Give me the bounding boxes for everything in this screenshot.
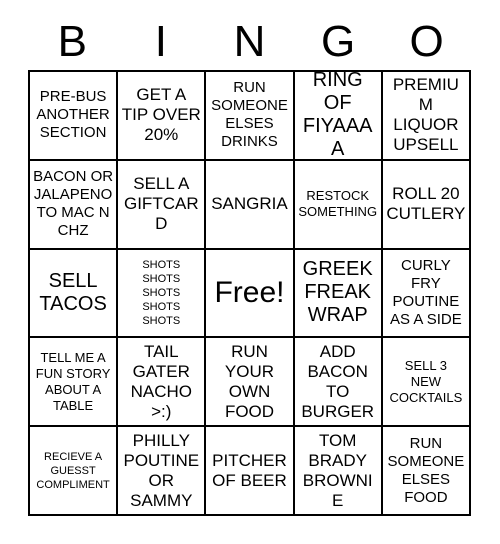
bingo-cell[interactable]: SHOTS SHOTS SHOTS SHOTS SHOTS [118, 249, 207, 339]
bingo-cell[interactable]: PHILLY POUTINE OR SAMMY [118, 427, 207, 516]
bingo-cell[interactable]: RESTOCK SOMETHING [294, 160, 383, 250]
bingo-cell[interactable]: SELL 3 NEW COCKTAILS [382, 338, 471, 428]
bingo-cell-label: PITCHER OF BEER [212, 450, 287, 490]
bingo-cell[interactable]: SELL A GIFTCARD [118, 160, 207, 250]
bingo-cell[interactable]: CURLY FRY POUTINE AS A SIDE [382, 249, 471, 339]
free-space-label: Free! [214, 276, 285, 310]
bingo-cell[interactable]: RUN SOMEONE ELSES DRINKS [206, 72, 295, 161]
bingo-cell-label: TELL ME A FUN STORY ABOUT A TABLE [35, 349, 111, 413]
bingo-cell-label: GET A TIP OVER 20% [121, 85, 201, 145]
bingo-cell-label: CURLY FRY POUTINE AS A SIDE [390, 256, 462, 328]
bingo-cell[interactable]: TAIL GATER NACHO >:) [118, 338, 207, 428]
bingo-cell-label: SELL 3 NEW COCKTAILS [389, 357, 463, 405]
bingo-cell-label: SELL TACOS [39, 269, 107, 315]
bingo-cell-label: PREMIUM LIQUOR UPSELL [392, 75, 459, 155]
bingo-header-row: B I N G O [28, 14, 471, 70]
bingo-cell[interactable]: TOM BRADY BROWNIE [294, 427, 383, 516]
bingo-cell[interactable]: RING OF FIYAAAA [294, 72, 383, 161]
bingo-cell[interactable]: SELL TACOS [30, 249, 119, 339]
bingo-cell-label: SELL A GIFTCARD [123, 174, 199, 234]
bingo-cell[interactable]: PRE-BUS ANOTHER SECTION [30, 72, 119, 161]
header-letter-o: O [409, 17, 444, 66]
header-letter-i: I [154, 17, 167, 66]
bingo-cell-label: TAIL GATER NACHO >:) [130, 341, 192, 421]
bingo-card: B I N G O PRE-BUS ANOTHER SECTION GET A … [0, 0, 500, 544]
bingo-cell-label: RUN SOMEONE ELSES FOOD [387, 434, 465, 506]
header-letter-b: B [57, 17, 87, 66]
bingo-cell-label: ROLL 20 CUTLERY [386, 184, 466, 224]
bingo-cell-label: SHOTS SHOTS SHOTS SHOTS SHOTS [142, 258, 181, 327]
bingo-cell[interactable]: GET A TIP OVER 20% [118, 72, 207, 161]
header-letter-g: G [320, 17, 356, 66]
bingo-cell-label: RESTOCK SOMETHING [298, 188, 378, 220]
bingo-cell-label: ADD BACON TO BURGER [301, 341, 375, 421]
bingo-cell[interactable]: PITCHER OF BEER [206, 427, 295, 516]
bingo-cell[interactable]: ADD BACON TO BURGER [294, 338, 383, 428]
bingo-cell-label: SANGRIA [211, 194, 288, 214]
bingo-cell-label: TOM BRADY BROWNIE [302, 430, 373, 510]
bingo-cell-label: BACON OR JALAPENO TO MAC N CHZ [33, 168, 114, 240]
bingo-cell-label: PHILLY POUTINE OR SAMMY [123, 430, 200, 510]
bingo-cell[interactable]: RUN SOMEONE ELSES FOOD [382, 427, 471, 516]
bingo-cell[interactable]: GREEK FREAK WRAP [294, 249, 383, 339]
bingo-cell-label: RING OF FIYAAAA [302, 72, 373, 161]
bingo-cell-label: GREEK FREAK WRAP [302, 258, 373, 327]
bingo-cell[interactable]: RECIEVE A GUESST COMPLIMENT [30, 427, 119, 516]
bingo-cell-label: RUN YOUR OWN FOOD [224, 341, 275, 421]
bingo-cell[interactable]: RUN YOUR OWN FOOD [206, 338, 295, 428]
bingo-cell-label: RECIEVE A GUESST COMPLIMENT [36, 450, 110, 491]
bingo-cell[interactable]: PREMIUM LIQUOR UPSELL [382, 72, 471, 161]
bingo-cell-label: RUN SOMEONE ELSES DRINKS [211, 79, 288, 151]
bingo-cell-label: PRE-BUS ANOTHER SECTION [36, 88, 110, 142]
header-letter-n: N [233, 17, 266, 66]
bingo-cell[interactable]: TELL ME A FUN STORY ABOUT A TABLE [30, 338, 119, 428]
bingo-cell[interactable]: SANGRIA [206, 160, 295, 250]
bingo-cell[interactable]: ROLL 20 CUTLERY [382, 160, 471, 250]
bingo-grid: PRE-BUS ANOTHER SECTION GET A TIP OVER 2… [28, 70, 471, 516]
bingo-cell-free-space[interactable]: Free! [206, 249, 295, 339]
bingo-cell[interactable]: BACON OR JALAPENO TO MAC N CHZ [30, 160, 119, 250]
